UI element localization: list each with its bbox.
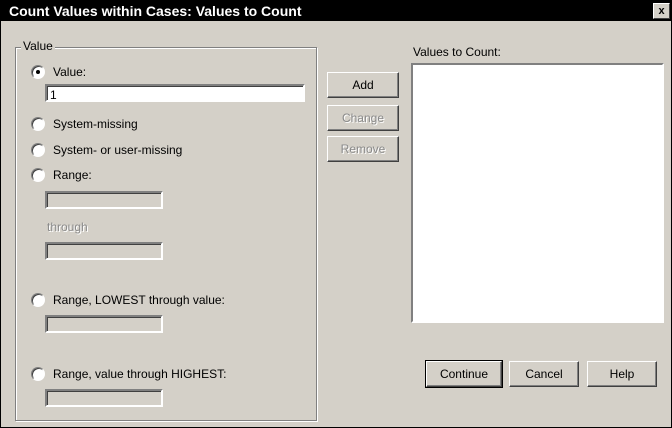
remove-button[interactable]: Remove <box>327 136 399 162</box>
radio-system-or-user-missing-indicator[interactable] <box>31 143 45 157</box>
add-button[interactable]: Add <box>327 72 399 98</box>
range-highest-input[interactable] <box>45 389 163 407</box>
radio-system-missing-indicator[interactable] <box>31 117 45 131</box>
radio-range-lowest-indicator[interactable] <box>31 293 45 307</box>
radio-system-missing-label: System-missing <box>53 117 138 131</box>
cancel-button[interactable]: Cancel <box>509 361 579 387</box>
radio-range-highest[interactable]: Range, value through HIGHEST: <box>31 367 226 381</box>
close-button[interactable]: x <box>653 3 670 19</box>
help-button[interactable]: Help <box>587 361 657 387</box>
radio-value[interactable]: Value: <box>31 65 86 79</box>
range-low-input[interactable] <box>45 191 163 209</box>
change-button[interactable]: Change <box>327 105 399 131</box>
range-lowest-input[interactable] <box>45 315 163 333</box>
value-group-label: Value <box>21 39 55 53</box>
radio-range-highest-indicator[interactable] <box>31 367 45 381</box>
radio-range-label: Range: <box>53 168 92 182</box>
radio-system-or-user-missing-label: System- or user-missing <box>53 143 183 157</box>
range-high-input[interactable] <box>45 242 163 260</box>
radio-range-lowest-label: Range, LOWEST through value: <box>53 293 225 307</box>
dialog-title: Count Values within Cases: Values to Cou… <box>9 3 302 19</box>
through-label: through <box>47 220 88 234</box>
radio-value-label: Value: <box>53 65 87 79</box>
value-input[interactable]: 1 <box>45 84 305 102</box>
title-bar: Count Values within Cases: Values to Cou… <box>1 1 671 21</box>
radio-range-indicator[interactable] <box>31 168 45 182</box>
radio-range-highest-label: Range, value through HIGHEST: <box>53 367 227 381</box>
radio-value-indicator[interactable] <box>31 65 45 79</box>
continue-button[interactable]: Continue <box>425 360 503 388</box>
values-to-count-label: Values to Count: <box>413 45 501 59</box>
radio-system-missing[interactable]: System-missing <box>31 117 138 131</box>
radio-system-or-user-missing[interactable]: System- or user-missing <box>31 143 182 157</box>
values-to-count-list[interactable] <box>411 63 664 323</box>
dialog-window: Count Values within Cases: Values to Cou… <box>0 0 672 428</box>
radio-range[interactable]: Range: <box>31 168 92 182</box>
radio-range-lowest[interactable]: Range, LOWEST through value: <box>31 293 225 307</box>
value-groupbox <box>15 47 317 421</box>
